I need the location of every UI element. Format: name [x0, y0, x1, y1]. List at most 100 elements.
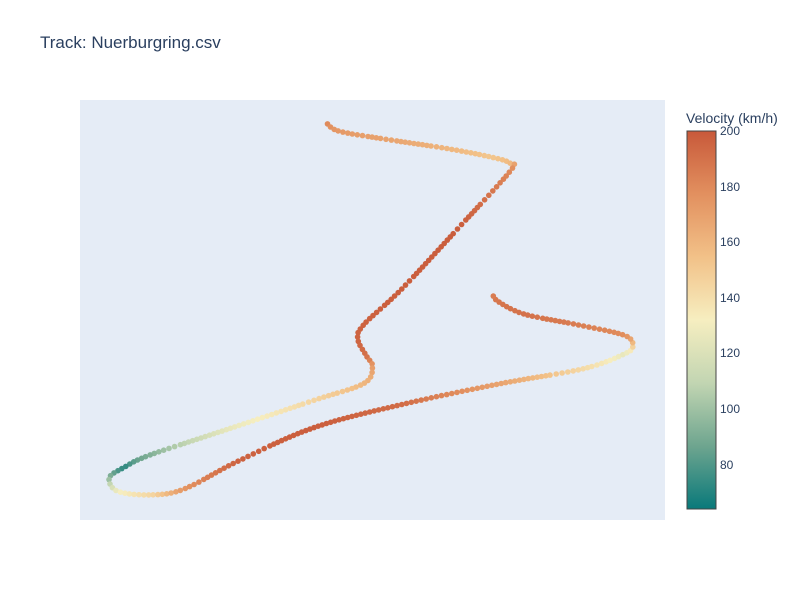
- track-point: [586, 324, 592, 330]
- plot-background: [80, 100, 665, 520]
- track-point: [444, 145, 450, 152]
- track-point: [601, 327, 608, 334]
- track-point: [591, 325, 597, 331]
- track-point: [344, 387, 351, 393]
- track-point: [479, 384, 486, 391]
- track-point: [454, 226, 461, 232]
- track-point: [534, 314, 541, 321]
- track-point: [399, 401, 405, 408]
- track-point: [490, 293, 497, 299]
- track-point: [160, 447, 167, 454]
- track-point: [474, 385, 481, 392]
- track-point: [463, 217, 469, 223]
- track-point: [261, 445, 268, 452]
- track-point: [394, 402, 400, 409]
- track-point: [383, 136, 389, 143]
- track-point: [245, 453, 251, 460]
- track-point: [359, 132, 366, 139]
- track-point: [575, 322, 582, 328]
- track-point: [589, 363, 595, 370]
- track-point: [565, 369, 571, 375]
- track-point: [439, 144, 445, 151]
- track-point: [484, 383, 490, 390]
- track-point: [418, 397, 425, 403]
- track-point: [388, 137, 395, 143]
- track-point: [255, 448, 262, 455]
- track-point: [321, 394, 327, 400]
- track-point: [311, 397, 317, 404]
- track-point: [493, 184, 500, 190]
- track-point: [539, 315, 546, 322]
- track-point: [449, 390, 455, 397]
- track-point: [141, 492, 147, 498]
- track-point: [481, 197, 488, 203]
- track-point: [547, 372, 553, 378]
- track-point: [339, 388, 346, 395]
- track-point: [403, 400, 410, 407]
- track-point: [413, 398, 420, 405]
- track-point: [131, 491, 137, 498]
- track-point: [490, 188, 496, 194]
- track-point: [553, 371, 559, 377]
- track-point: [136, 491, 142, 498]
- track-point: [580, 323, 587, 329]
- track-point: [433, 144, 440, 150]
- colorbar-tick-label: 160: [720, 235, 741, 250]
- track-point: [453, 147, 460, 153]
- track-point: [168, 490, 174, 496]
- track-point: [458, 148, 465, 154]
- track-point: [489, 382, 495, 389]
- track-point: [166, 445, 172, 452]
- track-point: [570, 321, 577, 327]
- track-point: [486, 192, 492, 199]
- track-point: [377, 135, 384, 142]
- track-point: [316, 395, 322, 402]
- track-point: [191, 481, 197, 488]
- track-point: [611, 329, 617, 336]
- track-point: [410, 273, 417, 280]
- track-point: [428, 143, 434, 149]
- track-point: [438, 392, 445, 399]
- track-point: [559, 370, 565, 376]
- colorbar-tick-label: 80: [720, 457, 734, 472]
- track-point: [354, 132, 361, 138]
- track-point: [458, 221, 465, 228]
- colorbar: [686, 130, 717, 510]
- track-point: [459, 388, 465, 395]
- track-point: [428, 395, 435, 401]
- track-point: [454, 389, 460, 396]
- track-point: [196, 479, 202, 485]
- track-point: [433, 393, 440, 400]
- track-point: [406, 278, 413, 284]
- track-point: [150, 492, 156, 498]
- track-point: [443, 391, 450, 398]
- colorbar-tick-label: 100: [720, 401, 741, 416]
- track-point: [575, 367, 582, 373]
- track-point: [349, 131, 356, 137]
- track-plot: [80, 100, 717, 520]
- track-point: [469, 386, 476, 393]
- track-point: [305, 399, 312, 405]
- track-point: [476, 151, 483, 158]
- track-point: [264, 413, 270, 419]
- track-point: [408, 399, 415, 406]
- colorbar-tick-label: 180: [720, 179, 741, 194]
- track-point: [340, 129, 346, 135]
- colorbar-tick-label: 120: [720, 346, 741, 361]
- track-point: [381, 302, 388, 309]
- track-point: [230, 460, 236, 467]
- track-point: [596, 326, 603, 333]
- track-point: [570, 368, 576, 374]
- track-point: [235, 458, 241, 465]
- track-point: [449, 146, 455, 153]
- track-point: [490, 154, 497, 161]
- track-point: [177, 487, 184, 494]
- track-point: [606, 328, 613, 335]
- colorbar-tick-label: 140: [720, 290, 741, 305]
- track-point: [464, 387, 471, 394]
- track-point: [177, 441, 184, 448]
- track-point: [171, 443, 178, 450]
- track-point: [335, 128, 341, 134]
- track-point: [389, 403, 396, 410]
- colorbar-tick-label: 200: [720, 124, 741, 138]
